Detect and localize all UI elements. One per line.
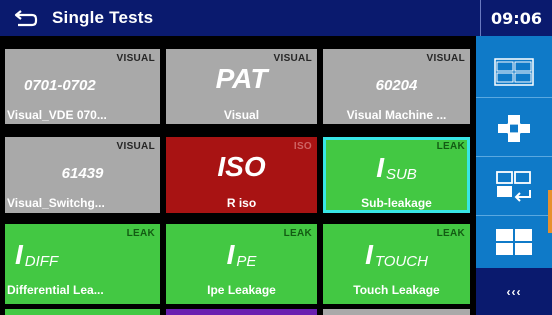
tile-visual-pat[interactable]: VISUAL PAT Visual bbox=[166, 49, 317, 124]
symbol-main: I bbox=[226, 239, 235, 270]
tile-symbol: I TOUCH bbox=[323, 238, 470, 272]
tile-category: VISUAL bbox=[116, 53, 155, 64]
tile-category: VISUAL bbox=[426, 53, 465, 64]
split-view-icon bbox=[496, 229, 532, 255]
back-button[interactable] bbox=[0, 0, 52, 36]
grid-view-icon bbox=[494, 57, 534, 86]
tile-sub-leakage[interactable]: LEAK I SUB Sub-leakage bbox=[323, 137, 470, 213]
tile-touch-leakage[interactable]: LEAK I TOUCH Touch Leakage bbox=[323, 224, 470, 304]
tile-symbol: 0701-0702 bbox=[24, 76, 96, 94]
symbol-sub: TOUCH bbox=[374, 252, 428, 270]
tile-symbol: 60204 bbox=[375, 76, 418, 94]
tile-symbol: ISO bbox=[217, 151, 266, 182]
next-row-tile-edge[interactable] bbox=[166, 309, 317, 315]
tile-name: Sub-leakage bbox=[361, 196, 432, 210]
symbol-main: I bbox=[15, 239, 23, 270]
active-view-marker bbox=[548, 190, 552, 233]
symbol-sub: SUB bbox=[385, 165, 417, 183]
tile-name: Differential Lea... bbox=[7, 283, 104, 297]
cross-layout-button[interactable] bbox=[476, 99, 552, 157]
switch-view-button[interactable] bbox=[476, 158, 552, 216]
tile-name: Touch Leakage bbox=[353, 283, 440, 297]
tile-name: Visual_VDE 070... bbox=[7, 108, 107, 122]
tile-riso[interactable]: ISO ISO R iso bbox=[166, 137, 317, 213]
tile-name: Visual_Switchg... bbox=[7, 196, 105, 210]
split-view-button[interactable] bbox=[476, 217, 552, 267]
switch-view-icon bbox=[496, 170, 531, 202]
clock: 09:06 bbox=[480, 0, 552, 36]
tile-differential-leakage[interactable]: LEAK I DIFF Differential Lea... bbox=[5, 224, 160, 304]
tile-category: VISUAL bbox=[116, 141, 155, 152]
tile-symbol: 61439 bbox=[61, 164, 104, 182]
grid-view-button[interactable] bbox=[476, 46, 552, 98]
symbol-main: I bbox=[376, 152, 384, 183]
test-grid: VISUAL 0701-0702 Visual_VDE 070... VISUA… bbox=[0, 36, 476, 315]
right-toolbar: ‹‹‹ bbox=[476, 36, 552, 315]
tile-name: Visual Machine ... bbox=[346, 108, 447, 122]
tile-symbol: I SUB bbox=[323, 151, 470, 185]
tile-symbol: PAT bbox=[215, 63, 268, 94]
tile-name: Ipe Leakage bbox=[207, 283, 276, 297]
tile-visual-machine-60204[interactable]: VISUAL 60204 Visual Machine ... bbox=[323, 49, 470, 124]
back-arrow-icon bbox=[14, 10, 38, 27]
tile-symbol: I PE bbox=[166, 238, 317, 272]
title-bar: Single Tests 09:06 bbox=[0, 0, 552, 36]
next-row-tile-edge[interactable] bbox=[5, 309, 160, 315]
tile-symbol: I DIFF bbox=[5, 238, 160, 272]
page-title: Single Tests bbox=[52, 8, 154, 27]
tile-visual-vde-0701-0702[interactable]: VISUAL 0701-0702 Visual_VDE 070... bbox=[5, 49, 160, 124]
symbol-main: I bbox=[365, 239, 373, 270]
tile-ipe-leakage[interactable]: LEAK I PE Ipe Leakage bbox=[166, 224, 317, 304]
symbol-sub: DIFF bbox=[24, 252, 59, 270]
tile-name: Visual bbox=[223, 108, 260, 122]
tile-name: R iso bbox=[226, 196, 257, 210]
cross-layout-icon bbox=[498, 114, 530, 142]
symbol-sub: PE bbox=[236, 252, 257, 270]
more-options-button[interactable]: ‹‹‹ bbox=[476, 268, 552, 315]
tile-visual-switchgear-61439[interactable]: VISUAL 61439 Visual_Switchg... bbox=[5, 137, 160, 213]
next-row-tile-edge[interactable] bbox=[323, 309, 470, 315]
